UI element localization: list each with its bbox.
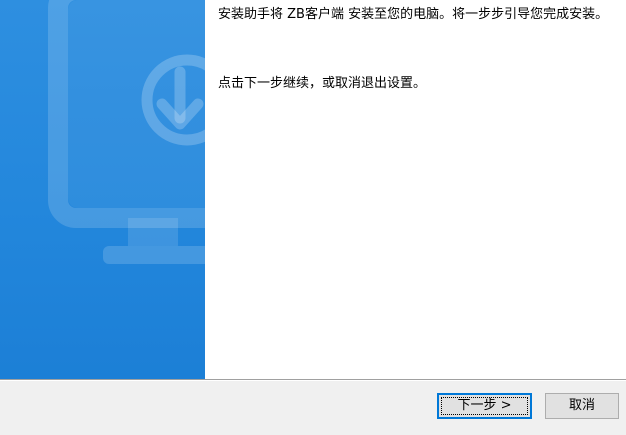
side-banner [0,0,205,379]
next-button[interactable]: 下一步 > [437,393,532,419]
focus-ring [441,397,528,415]
setup-wizard-window: 安装助手将 ZB客户端 安装至您的电脑。将一步步引导您完成安装。 点击下一步继续… [0,0,626,435]
instruction-text: 点击下一步继续，或取消退出设置。 [218,76,427,91]
intro-text: 安装助手将 ZB客户端 安装至您的电脑。将一步步引导您完成安装。 [218,7,609,22]
button-bar: 下一步 > 取消 [0,381,626,435]
monitor-download-icon [48,0,205,264]
cancel-button[interactable]: 取消 [545,393,619,419]
content-panel: 安装助手将 ZB客户端 安装至您的电脑。将一步步引导您完成安装。 点击下一步继续… [205,0,626,379]
cancel-button-label: 取消 [568,398,595,413]
